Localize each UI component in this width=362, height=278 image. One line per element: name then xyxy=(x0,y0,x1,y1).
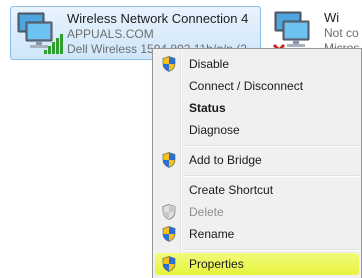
network-connections-window: Wireless Network Connection 4 APPUALS.CO… xyxy=(0,0,362,278)
menu-item-label: Disable xyxy=(189,57,230,71)
menu-separator xyxy=(183,145,359,147)
uac-shield-icon xyxy=(162,152,176,168)
menu-separator xyxy=(183,249,359,251)
wireless-network-adapter-icon xyxy=(14,10,64,58)
menu-item-label: Create Shortcut xyxy=(189,183,274,197)
adapter-name: Wi xyxy=(324,10,340,25)
menu-item-rename[interactable]: Rename xyxy=(155,223,359,245)
uac-shield-icon xyxy=(162,256,176,272)
menu-item-label: Add to Bridge xyxy=(189,153,262,167)
uac-shield-icon xyxy=(162,56,176,72)
menu-item-label: Delete xyxy=(189,205,224,219)
context-menu: Disable Connect / Disconnect Status Diag… xyxy=(152,48,362,278)
menu-item-connect-disconnect[interactable]: Connect / Disconnect xyxy=(155,75,359,97)
menu-item-add-to-bridge[interactable]: Add to Bridge xyxy=(155,149,359,171)
menu-item-create-shortcut[interactable]: Create Shortcut xyxy=(155,179,359,201)
menu-item-label: Properties xyxy=(189,257,244,271)
menu-item-label: Connect / Disconnect xyxy=(189,79,304,93)
menu-item-label: Rename xyxy=(189,227,235,241)
adapter-network: Not co xyxy=(324,26,359,40)
menu-item-delete[interactable]: Delete xyxy=(155,201,359,223)
uac-shield-icon xyxy=(162,204,176,220)
menu-item-status[interactable]: Status xyxy=(155,97,359,119)
adapter-network: APPUALS.COM xyxy=(67,27,154,41)
menu-item-properties[interactable]: Properties xyxy=(155,253,359,275)
uac-shield-icon xyxy=(162,226,176,242)
adapter-name: Wireless Network Connection 4 xyxy=(67,11,249,26)
menu-item-diagnose[interactable]: Diagnose xyxy=(155,119,359,141)
menu-item-label: Status xyxy=(189,101,226,115)
menu-separator xyxy=(183,175,359,177)
menu-item-label: Diagnose xyxy=(189,123,240,137)
menu-item-disable[interactable]: Disable xyxy=(155,53,359,75)
